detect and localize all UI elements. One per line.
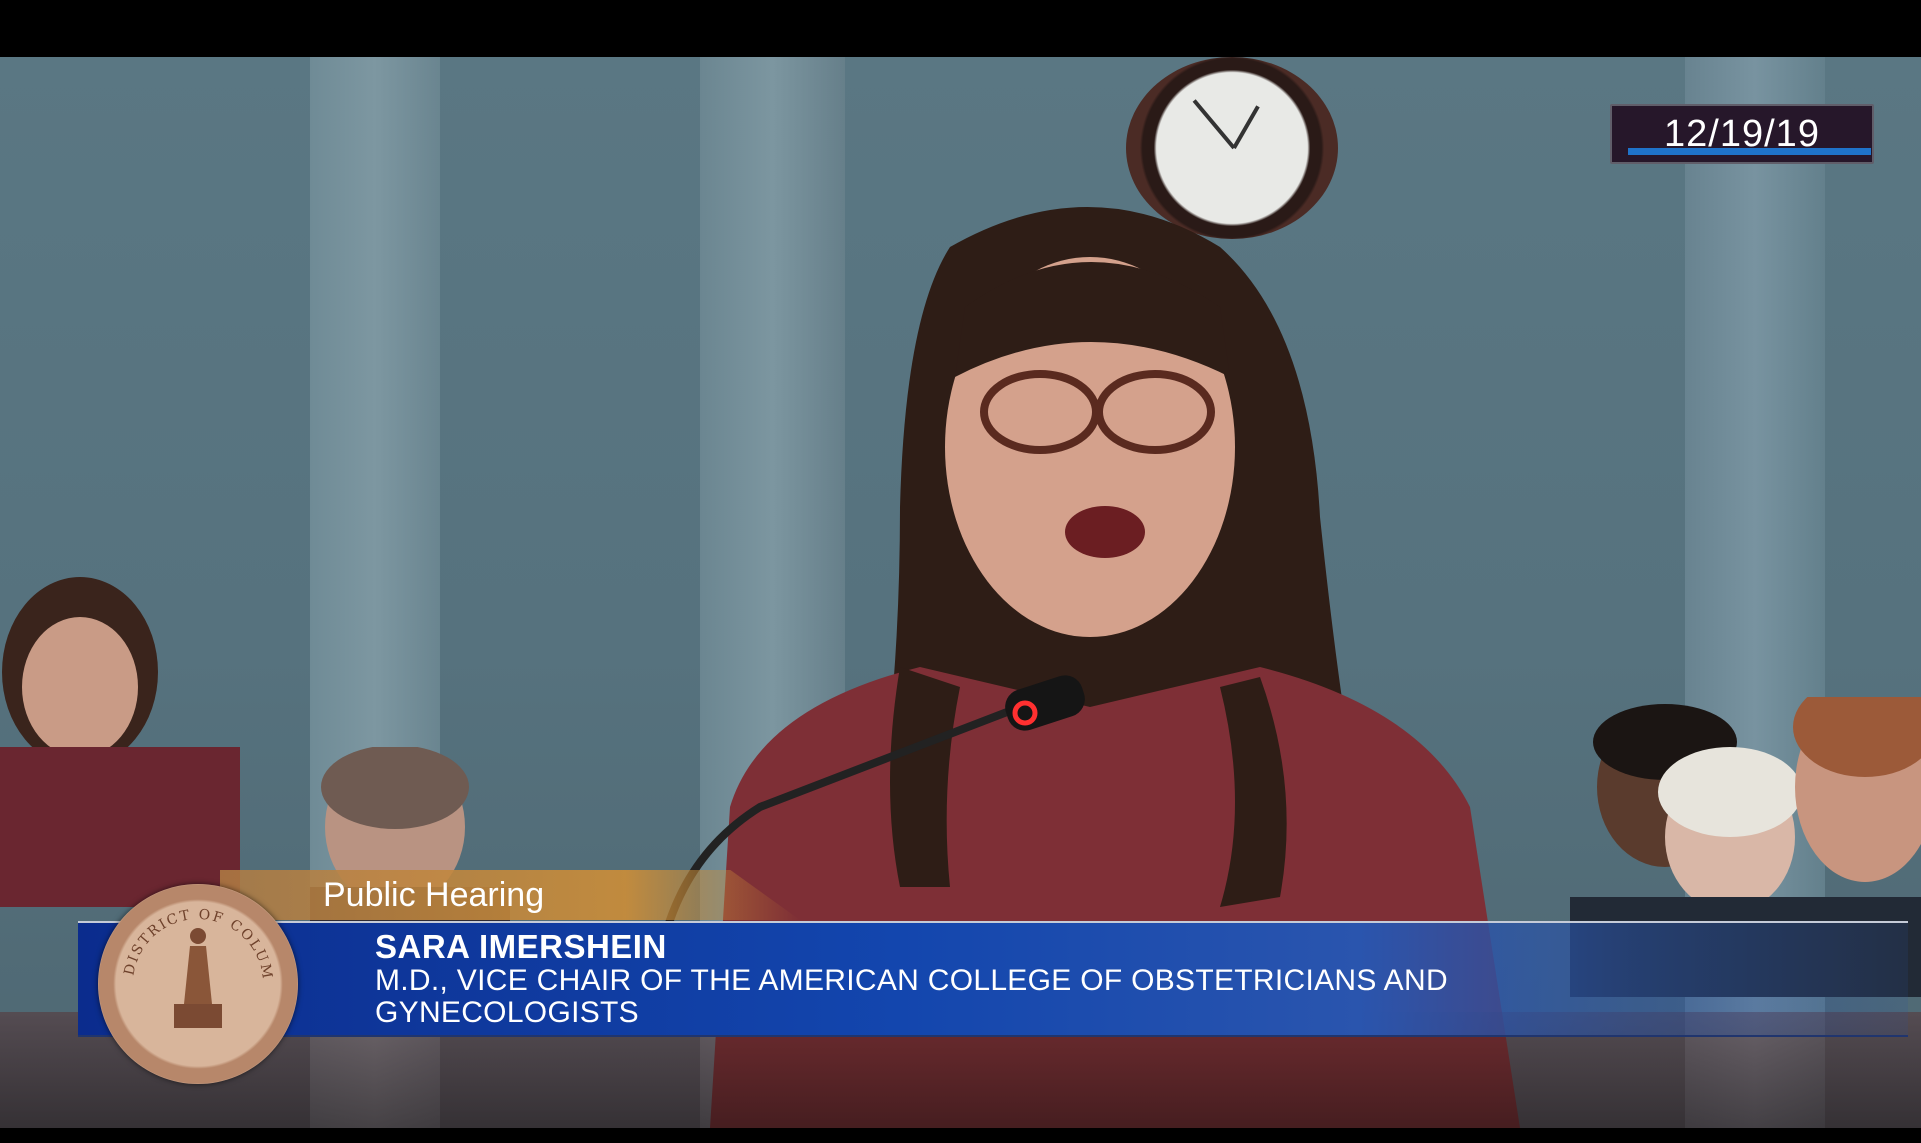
clock-hand xyxy=(1232,105,1260,149)
seal-figure xyxy=(174,928,222,1028)
lower-third-graphic: Public Hearing SARA IMERSHEIN M.D., VICE… xyxy=(0,870,1921,1084)
date-overlay: 12/19/19 xyxy=(1610,104,1874,164)
dc-seal-logo: DISTRICT OF COLUMBIA xyxy=(98,884,298,1084)
date-underline xyxy=(1628,148,1871,155)
clock-hand xyxy=(1192,99,1236,150)
speaker-title: M.D., VICE CHAIR OF THE AMERICAN COLLEGE… xyxy=(375,964,1448,1029)
attendee-left xyxy=(0,577,240,907)
segment-title: Public Hearing xyxy=(323,876,545,914)
letterbox-top xyxy=(0,0,1921,57)
speaker-name: SARA IMERSHEIN xyxy=(375,928,667,965)
letterbox-bottom xyxy=(0,1128,1921,1143)
